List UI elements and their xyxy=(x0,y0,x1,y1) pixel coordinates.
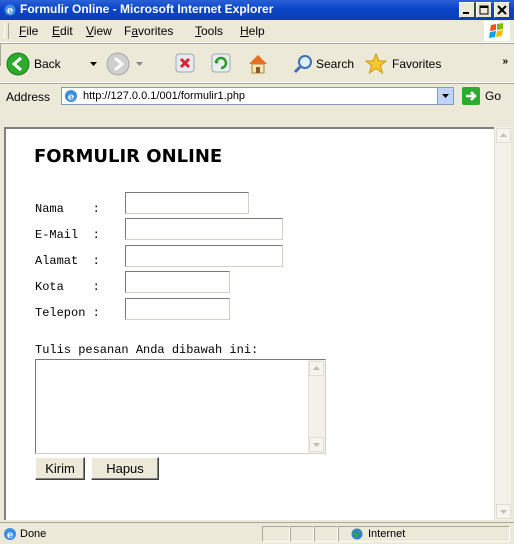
address-dropdown-button[interactable] xyxy=(437,88,453,104)
forward-button[interactable] xyxy=(106,52,146,76)
favorites-button[interactable]: Favorites xyxy=(364,52,446,76)
page-title: FORMULIR ONLINE xyxy=(34,146,223,167)
favorites-label: Favorites xyxy=(392,57,442,71)
status-text: Done xyxy=(20,528,47,540)
textarea-scroll-up-button[interactable] xyxy=(309,361,324,376)
nama-input[interactable] xyxy=(125,192,249,214)
status-pane xyxy=(290,526,314,542)
home-icon xyxy=(249,55,267,74)
menu-bar: File Edit View Favorites Tools Help xyxy=(0,20,514,43)
menu-favorites[interactable]: Favorites xyxy=(124,24,173,38)
status-bar: e Done Internet xyxy=(0,522,514,544)
maximize-button[interactable] xyxy=(476,2,492,18)
page-scrollbar[interactable] xyxy=(494,127,511,520)
minimize-button[interactable] xyxy=(459,2,475,18)
back-arrow-icon xyxy=(6,52,30,76)
browser-window: e Formulir Online - Microsoft Internet E… xyxy=(0,0,514,544)
field-label-email: E-Mail : xyxy=(35,228,100,242)
home-button[interactable] xyxy=(246,52,270,76)
arrow-up-icon xyxy=(313,366,320,370)
menu-file[interactable]: File xyxy=(19,24,38,38)
svg-text:e: e xyxy=(7,6,13,17)
close-icon xyxy=(497,5,507,15)
forward-arrow-icon xyxy=(106,52,130,76)
chevron-down-icon xyxy=(90,62,97,66)
search-button[interactable]: Search xyxy=(292,52,356,76)
stop-icon xyxy=(175,53,195,73)
textarea-scrollbar[interactable] xyxy=(308,360,325,453)
status-pane xyxy=(314,526,338,542)
toolbar-overflow-icon[interactable]: » xyxy=(502,56,508,67)
favorites-star-icon xyxy=(364,52,388,75)
chevron-down-icon xyxy=(442,94,449,98)
email-input[interactable] xyxy=(125,218,283,240)
address-url: http://127.0.0.1/001/formulir1.php xyxy=(83,90,246,102)
address-bar: Address e http://127.0.0.1/001/formulir1… xyxy=(0,84,514,110)
zone-pane xyxy=(338,526,510,542)
telepon-input[interactable] xyxy=(125,298,230,320)
back-button[interactable]: Back xyxy=(6,52,102,76)
alamat-input[interactable] xyxy=(125,245,283,267)
submit-button[interactable]: Kirim xyxy=(35,457,85,480)
search-icon xyxy=(293,55,312,74)
field-label-alamat: Alamat : xyxy=(35,254,100,268)
toolbar-grip xyxy=(4,23,9,39)
back-label: Back xyxy=(34,57,61,71)
scroll-up-button[interactable] xyxy=(496,128,511,143)
refresh-icon xyxy=(211,53,231,73)
status-pane xyxy=(262,526,290,542)
message-label: Tulis pesanan Anda dibawah ini: xyxy=(35,343,259,357)
internet-globe-icon xyxy=(351,528,363,540)
close-button[interactable] xyxy=(494,2,510,18)
go-button[interactable]: Go xyxy=(462,87,510,105)
toolbar-separator xyxy=(0,44,1,66)
title-bar: e Formulir Online - Microsoft Internet E… xyxy=(0,0,514,20)
page-icon: e xyxy=(65,90,77,103)
chevron-down-icon xyxy=(136,62,143,66)
search-label: Search xyxy=(316,57,355,71)
textarea-scroll-down-button[interactable] xyxy=(309,437,324,452)
address-input[interactable]: e http://127.0.0.1/001/formulir1.php xyxy=(61,87,454,105)
svg-text:e: e xyxy=(7,530,13,541)
page-done-icon: e xyxy=(4,528,16,541)
field-label-nama: Nama : xyxy=(35,202,100,216)
window-title: Formulir Online - Microsoft Internet Exp… xyxy=(20,2,274,16)
menu-edit[interactable]: Edit xyxy=(52,24,73,38)
message-textarea[interactable] xyxy=(35,359,326,454)
standard-toolbar: Back Search Favorites » xyxy=(0,44,514,83)
menu-tools[interactable]: Tools xyxy=(195,24,223,38)
menu-help[interactable]: Help xyxy=(240,24,265,38)
reset-button[interactable]: Hapus xyxy=(91,457,159,480)
windows-logo-icon xyxy=(484,21,510,41)
svg-text:e: e xyxy=(68,92,74,103)
ie-icon: e xyxy=(4,4,16,17)
stop-button[interactable] xyxy=(174,52,196,76)
arrow-down-icon xyxy=(313,443,320,447)
scroll-down-button[interactable] xyxy=(496,504,511,519)
maximize-icon xyxy=(479,5,489,15)
zone-text: Internet xyxy=(368,528,406,540)
field-label-kota: Kota : xyxy=(35,280,100,294)
arrow-up-icon xyxy=(500,133,507,137)
refresh-button[interactable] xyxy=(210,52,232,76)
minimize-icon xyxy=(463,12,469,14)
field-label-telepon: Telepon : xyxy=(35,306,100,320)
kota-input[interactable] xyxy=(125,271,230,293)
go-label: Go xyxy=(485,89,502,103)
arrow-down-icon xyxy=(500,510,507,514)
go-arrow-icon xyxy=(462,87,480,105)
menu-view[interactable]: View xyxy=(86,24,112,38)
address-label: Address xyxy=(6,90,51,104)
